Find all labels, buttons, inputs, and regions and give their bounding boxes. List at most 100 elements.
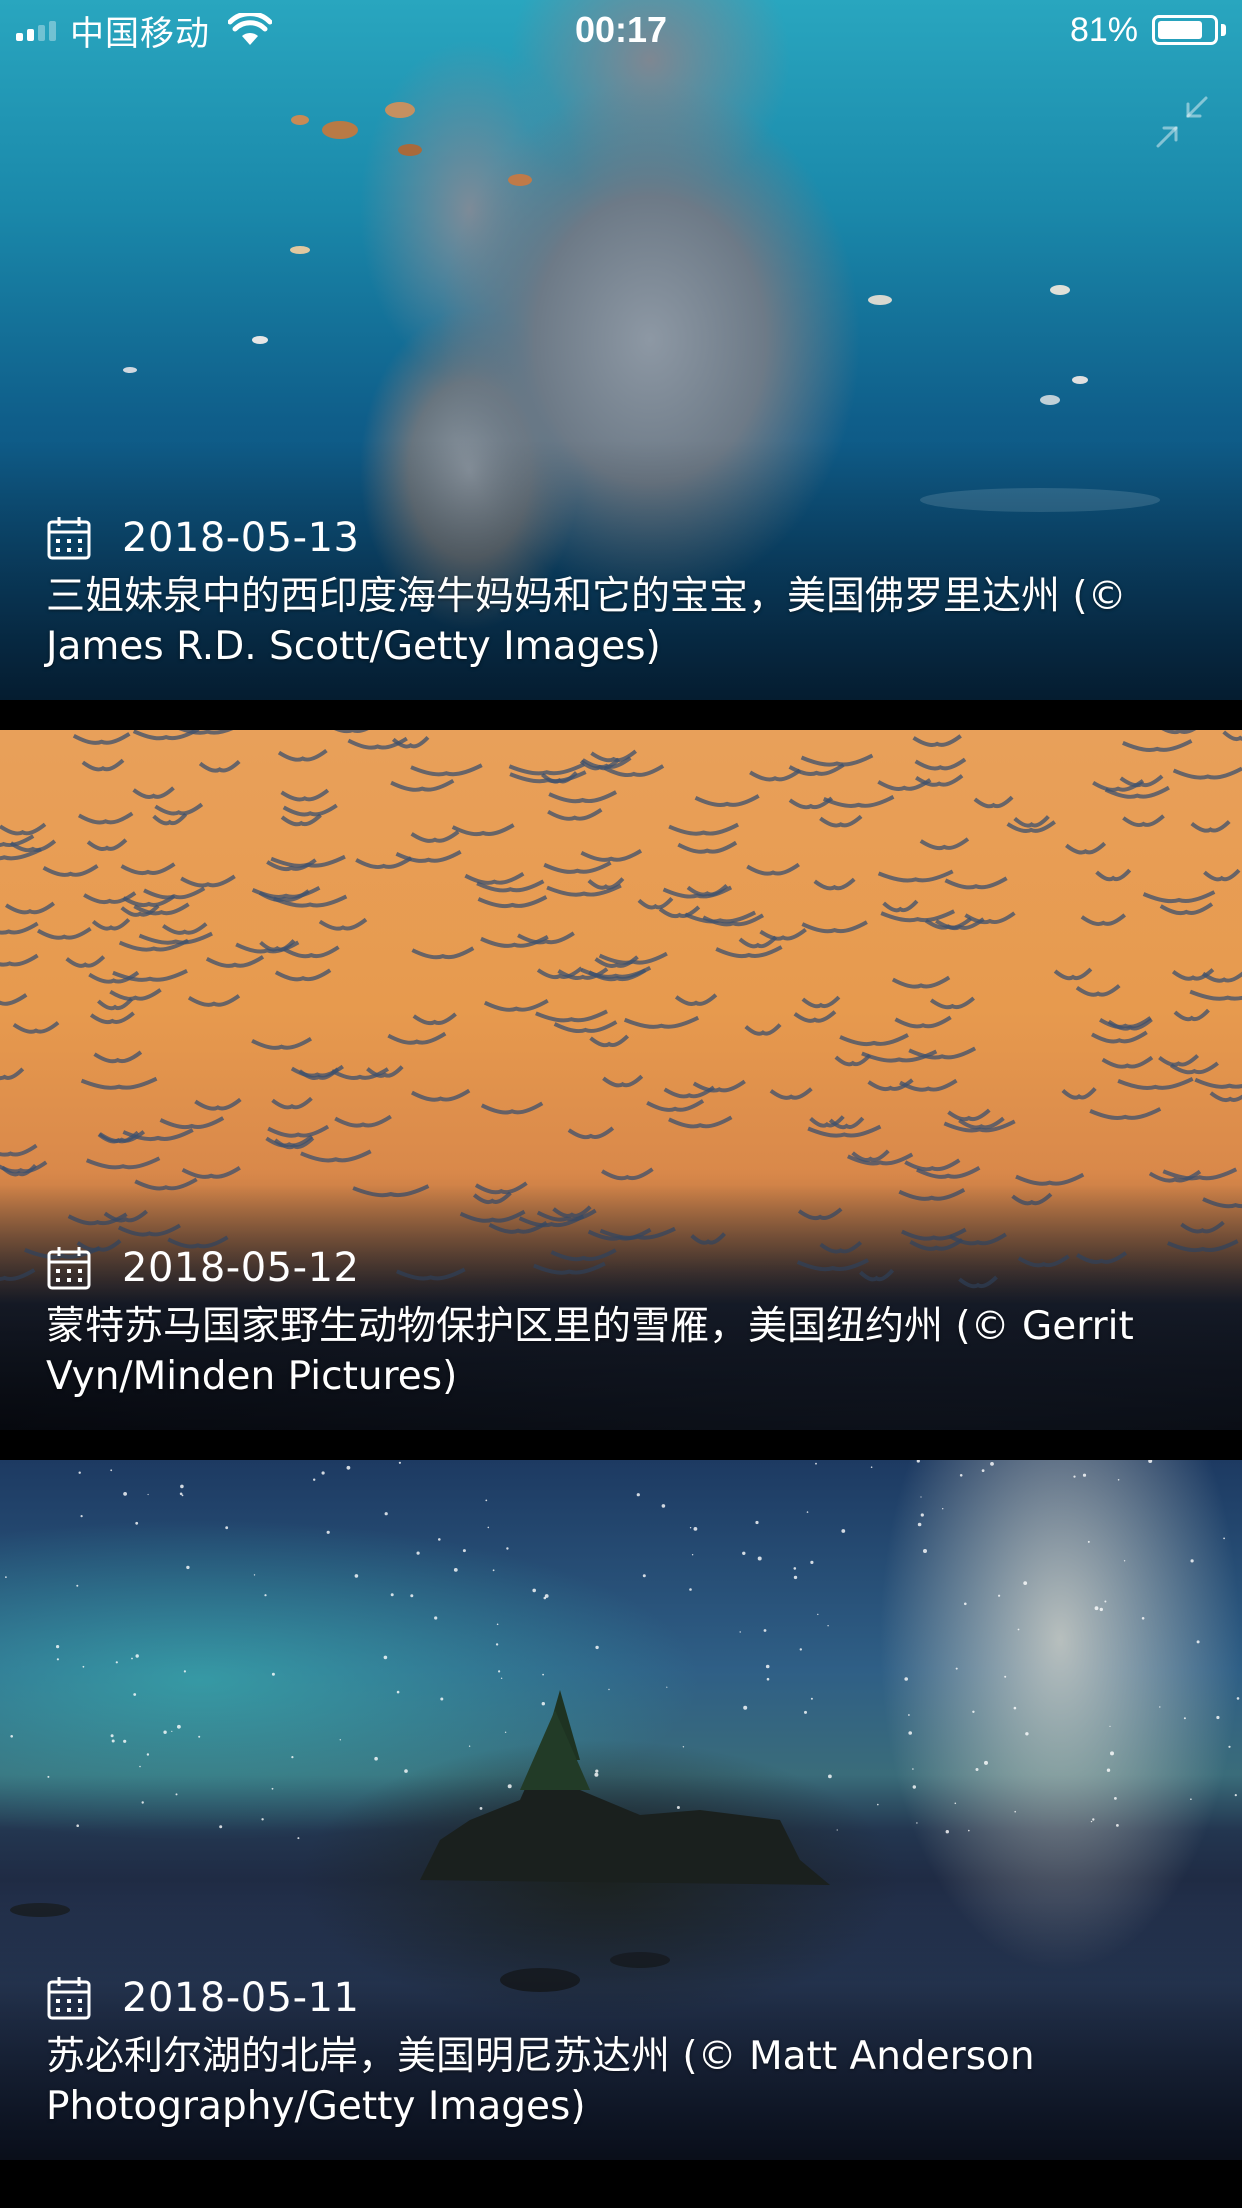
star-dot — [1073, 1475, 1076, 1478]
star-dot — [175, 1793, 178, 1796]
star-dot — [912, 1785, 916, 1789]
star-dot — [139, 1765, 141, 1768]
bird-shape — [1161, 730, 1197, 735]
bird-shape — [280, 788, 330, 802]
bird-shape — [1173, 1008, 1210, 1022]
star-dot — [1014, 1810, 1016, 1813]
bird-shape — [464, 871, 525, 885]
star-dot — [945, 1830, 949, 1834]
card-meta: 2018-05-12 蒙特苏马国家野生动物保护区里的雪雁，美国纽约州 (© Ge… — [46, 1242, 1202, 1402]
status-right: 81% — [1070, 8, 1226, 52]
star-dot — [374, 1756, 378, 1761]
bird-shape — [198, 760, 241, 773]
bird-shape — [274, 968, 332, 982]
star-dot — [146, 1753, 150, 1756]
bird-shape — [602, 1074, 644, 1088]
bird-shape — [93, 1050, 143, 1064]
bird-shape — [1222, 730, 1242, 742]
star-dot — [544, 1594, 549, 1598]
collapse-icon[interactable] — [1154, 94, 1210, 150]
bird-shape — [480, 934, 549, 948]
star-dot — [440, 1697, 444, 1701]
bird-shape — [480, 1101, 544, 1115]
bird-shape — [759, 927, 807, 941]
star-dot — [495, 1643, 499, 1646]
bird-shape — [0, 921, 39, 935]
wallpaper-card[interactable]: 2018-05-12 蒙特苏马国家野生动物保护区里的雪雁，美国纽约州 (© Ge… — [0, 730, 1242, 1430]
star-dot — [47, 1775, 50, 1778]
star-dot — [492, 1569, 495, 1572]
star-dot — [390, 1593, 394, 1597]
bird-shape — [1122, 739, 1193, 753]
calendar-icon — [47, 1247, 91, 1290]
bird-shape — [0, 1067, 25, 1081]
wallpaper-card[interactable]: 2018-05-13 三姐妹泉中的西印度海牛妈妈和它的宝宝，美国佛罗里达州 (©… — [0, 0, 1242, 700]
star-dot — [506, 1547, 509, 1550]
star-dot — [163, 1730, 167, 1734]
bird-shape — [194, 1097, 242, 1111]
star-dot — [225, 1526, 229, 1530]
star-dot — [1087, 1540, 1090, 1543]
star-dot — [1190, 1559, 1194, 1563]
star-dot — [1023, 1581, 1028, 1585]
status-bar: 中国移动 00:17 81% — [0, 0, 1242, 60]
star-dot — [594, 1772, 599, 1777]
bird-shape — [914, 757, 967, 771]
bird-shape — [769, 1087, 813, 1100]
bird-shape — [318, 917, 368, 931]
star-dot — [496, 1623, 499, 1626]
star-dot — [1090, 1820, 1093, 1823]
bird-shape — [1065, 841, 1107, 855]
bird-shape — [813, 877, 856, 891]
star-dot — [793, 1567, 797, 1570]
bird-shape — [801, 995, 841, 1009]
star-dot — [541, 1702, 545, 1706]
bird-shape — [154, 802, 204, 816]
star-dot — [131, 1657, 133, 1660]
star-dot — [691, 1554, 694, 1556]
bird-shape — [280, 813, 322, 827]
star-dot — [321, 1471, 325, 1475]
star-dot — [661, 1504, 666, 1508]
star-dot — [904, 1677, 908, 1681]
star-dot — [827, 1625, 829, 1627]
card-caption: 三姐妹泉中的西印度海牛妈妈和它的宝宝，美国佛罗里达州 (© James R.D.… — [46, 574, 1127, 669]
star-dot — [186, 1565, 190, 1570]
wallpaper-card[interactable]: 2018-05-11 苏必利尔湖的北岸，美国明尼苏达州 (© Matt Ande… — [0, 1460, 1242, 2160]
star-dot — [908, 1714, 910, 1716]
star-dot — [984, 1760, 988, 1765]
bird-shape — [451, 823, 515, 837]
bird-shape — [1172, 766, 1242, 780]
star-dot — [354, 1574, 359, 1578]
star-dot — [5, 1576, 7, 1578]
bird-shape — [553, 1020, 618, 1034]
star-dot — [815, 1462, 817, 1465]
star-dot — [261, 1818, 264, 1821]
date-row: 2018-05-13 — [46, 512, 1202, 564]
bird-shape — [1053, 967, 1093, 981]
star-dot — [462, 1549, 466, 1553]
calendar-icon — [47, 1977, 91, 2020]
star-dot — [1123, 1560, 1126, 1562]
card-date: 2018-05-13 — [122, 515, 360, 561]
star-dot — [1094, 1606, 1099, 1611]
bird-shape — [1091, 1030, 1148, 1044]
bird-shape — [120, 862, 176, 876]
star-dot — [498, 1670, 501, 1673]
star-dot — [434, 1616, 438, 1620]
bird-shape — [658, 905, 701, 919]
star-dot — [133, 1693, 137, 1696]
star-dot — [1104, 1600, 1107, 1603]
star-dot — [920, 1496, 922, 1498]
star-dot — [485, 1499, 488, 1502]
bird-shape — [411, 946, 475, 960]
star-dot — [1114, 1797, 1117, 1800]
star-dot — [1190, 1798, 1192, 1800]
star-dot — [877, 1803, 879, 1806]
star-dot — [398, 1461, 401, 1464]
star-dot — [500, 1677, 503, 1679]
bird-shape — [138, 931, 213, 945]
star-dot — [504, 1731, 507, 1733]
bird-shape — [547, 808, 603, 821]
star-dot — [1141, 1617, 1145, 1620]
